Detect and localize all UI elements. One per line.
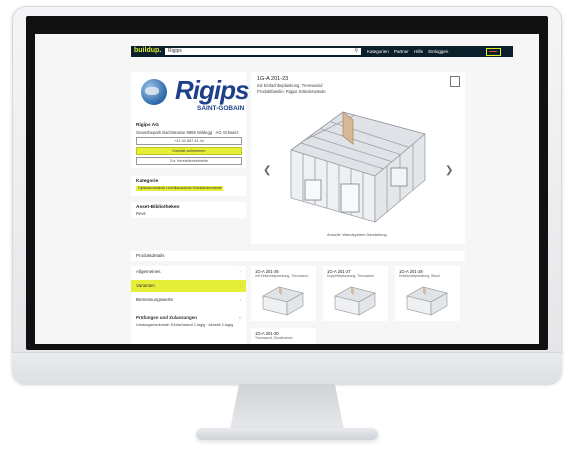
company-info-card: Rigips AG Gewerbepark Bachstrasse 8888 W… [131,120,246,168]
monitor-chin [12,352,562,385]
category-card: Kategorie Gipskartonwände Leichtbauwände… [131,176,246,196]
chevron-right-icon: › [239,269,241,274]
product-subtitle: mit Einfachbeplankung, Trennwand [257,83,323,88]
variant-subtitle: Trennwand, Schallschutz [255,336,293,340]
menu-item-allgemeines[interactable]: Allgemeines › [131,266,246,278]
variant-thumbnail-image [334,286,376,316]
asset-value[interactable]: Revit [136,211,146,216]
menu-item-label: Varianten [136,283,155,288]
logo[interactable]: buildup. [134,47,161,54]
company-address: Gewerbepark Bachstrasse 8888 Wildegg · A… [136,130,239,135]
variant-thumbnail-image [406,286,448,316]
product-code: 1G-A 201-23 [257,76,289,82]
brand-logo-card: Rigips SAINT-GOBAIN [131,72,249,120]
nav-link-kategorien[interactable]: Kategorien [367,49,389,54]
nav-link-einloggen[interactable]: Einloggen [428,49,448,54]
carousel-next-icon[interactable]: ❯ [445,165,453,176]
search-value: Rigips [168,48,182,54]
asset-libraries-card: Asset-Bibliotheken Revit [131,202,246,218]
brand-tagline: SAINT-GOBAIN [197,105,245,112]
screen: buildup. Rigips ⚲ Kategorien Partner Hil… [35,34,539,344]
menu-extra-text: Leistungsmerkmale: Einfachwand 1-lagig ·… [136,323,234,327]
search-icon[interactable]: ⚲ [354,48,358,55]
variant-thumbnail-image [262,286,304,316]
contact-button[interactable]: Kontakt aufnehmen [136,147,242,155]
website-button[interactable]: Zur Herstellerwebseite [136,157,242,165]
nav-link-partner[interactable]: Partner [394,49,409,54]
product-3d-image [290,111,426,223]
category-title: Kategorie [136,179,159,184]
menu-item-label: Prüfungen und Zulassungen [136,315,197,320]
details-title: Produktdetails [136,253,165,258]
variant-card[interactable]: 1G-A 201-30 Trennwand, Schallschutz [251,328,316,344]
menu-item-label: Bemessungswerte [136,297,174,302]
category-tag[interactable]: Gipskartonwände Leichtbauwände Holzständ… [136,186,223,191]
company-name: Rigips AG [136,123,160,128]
nav-link-hilfe[interactable]: Hilfe [414,49,423,54]
viewer-caption: Ansicht: Wandsystem Darstellung [327,232,387,237]
monitor-stand-neck [230,384,344,430]
menu-item-label: Allgemeines [136,269,161,274]
nav-links: Kategorien Partner Hilfe Einloggen [367,47,452,56]
search-input[interactable]: Rigips ⚲ [165,48,361,55]
product-viewer: 1G-A 201-23 mit Einfachbeplankung, Trenn… [251,72,465,244]
language-flag-button[interactable] [486,48,501,56]
globe-icon [141,79,167,105]
variant-card[interactable]: 1G-A 201-27 Doppelbeplankung, Trennwand [323,266,388,321]
nav-bar: buildup. Rigips ⚲ Kategorien Partner Hil… [131,46,513,57]
asset-title: Asset-Bibliotheken [136,205,180,210]
details-section-header: Produktdetails [131,251,465,261]
phone-button[interactable]: +41 62 887 44 44 [136,137,242,145]
variant-subtitle: Dreifachbeplankung, Wand [399,274,440,278]
chevron-right-icon: › [239,283,241,288]
chevron-right-icon: › [239,297,241,302]
product-family: Produktfamilie: Rigips Ständerwände [257,89,326,94]
variant-card[interactable]: 1G-A 201-26 mit Einfachbeplankung, Trenn… [251,266,316,321]
carousel-prev-icon[interactable]: ❮ [263,165,271,176]
variant-card[interactable]: 1G-A 201-28 Dreifachbeplankung, Wand [395,266,460,321]
menu-item-pruefungen[interactable]: Prüfungen und Zulassungen ˄ Leistungsmer… [131,312,246,334]
chevron-up-icon: ˄ [238,315,241,320]
monitor-stand-base [196,428,378,440]
variant-subtitle: mit Einfachbeplankung, Trennwand [255,274,308,278]
bookmark-icon[interactable] [450,76,460,87]
menu-item-varianten[interactable]: Varianten › [131,280,246,292]
details-menu: Allgemeines › Varianten › Bemessungswert… [131,266,246,344]
brand-name: Rigips [175,75,249,105]
variant-subtitle: Doppelbeplankung, Trennwand [327,274,374,278]
menu-item-bemessungswerte[interactable]: Bemessungswerte › [131,294,246,306]
